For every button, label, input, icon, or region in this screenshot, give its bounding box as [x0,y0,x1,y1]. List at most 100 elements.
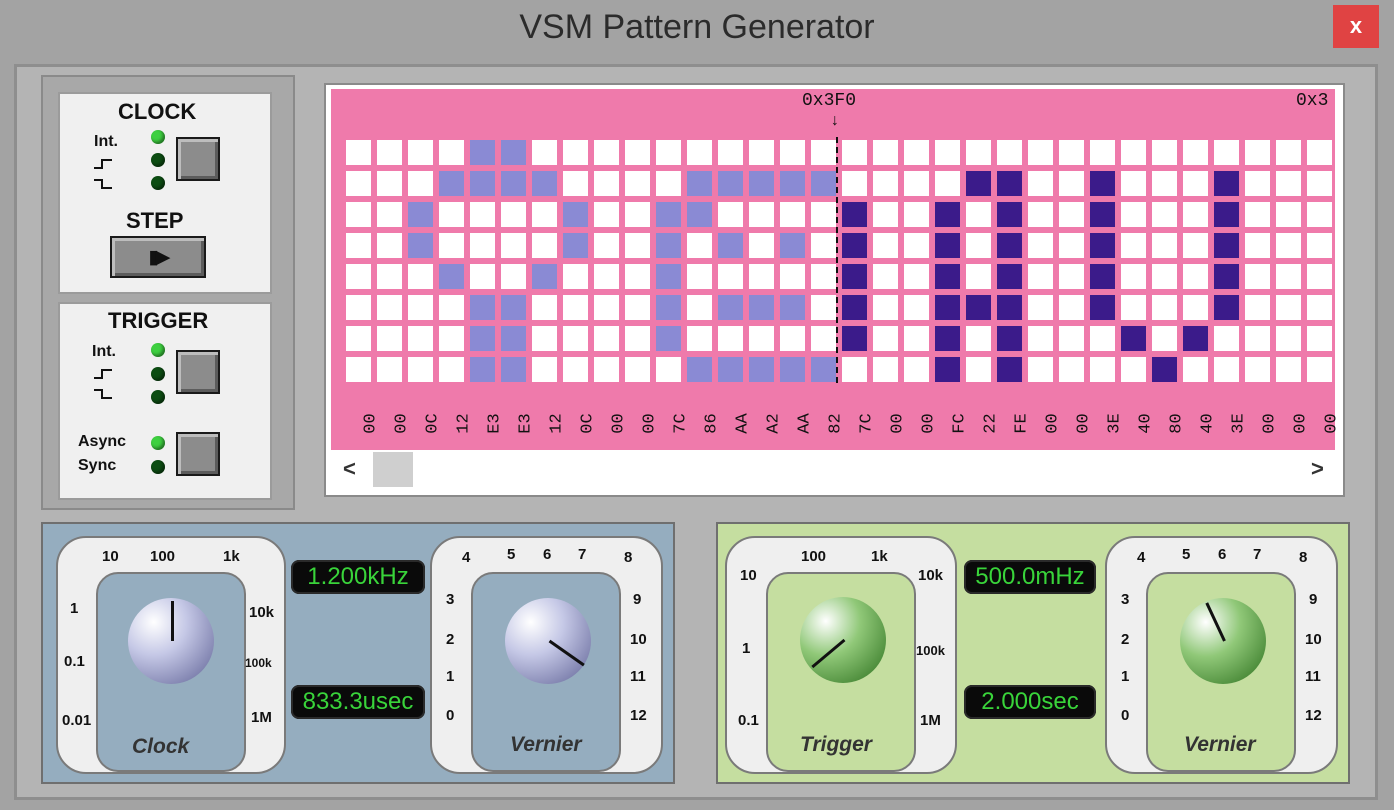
bit-cell[interactable] [532,357,557,382]
clock-vernier-knob[interactable] [505,598,591,684]
bit-cell[interactable] [501,140,526,165]
bit-cell[interactable] [377,202,402,227]
bit-cell[interactable] [780,326,805,351]
bit-cell[interactable] [346,357,371,382]
bit-cell[interactable] [346,326,371,351]
scroll-thumb[interactable] [373,452,413,487]
bit-cell[interactable] [687,295,712,320]
scroll-right-icon[interactable]: > [1311,456,1324,482]
bit-cell[interactable] [687,357,712,382]
bit-cell[interactable] [1028,357,1053,382]
bit-cell[interactable] [1059,140,1084,165]
bit-cell[interactable] [780,233,805,258]
bit-cell[interactable] [1245,171,1270,196]
bit-cell[interactable] [718,202,743,227]
bit-cell[interactable] [470,295,495,320]
bit-cell[interactable] [625,295,650,320]
bit-cell[interactable] [1028,202,1053,227]
bit-cell[interactable] [687,140,712,165]
bit-cell[interactable] [563,202,588,227]
bit-cell[interactable] [811,140,836,165]
bit-cell[interactable] [1183,202,1208,227]
bit-cell[interactable] [873,140,898,165]
bit-cell[interactable] [966,295,991,320]
bit-cell[interactable] [532,326,557,351]
bit-cell[interactable] [1059,171,1084,196]
bit-cell[interactable] [780,140,805,165]
bit-cell[interactable] [470,140,495,165]
bit-cell[interactable] [935,140,960,165]
bit-cell[interactable] [873,326,898,351]
bit-cell[interactable] [594,202,619,227]
bit-cell[interactable] [1059,202,1084,227]
bit-cell[interactable] [625,171,650,196]
bit-cell[interactable] [873,295,898,320]
bit-cell[interactable] [997,233,1022,258]
bit-cell[interactable] [780,295,805,320]
bit-cell[interactable] [997,171,1022,196]
bit-cell[interactable] [594,233,619,258]
bit-cell[interactable] [966,357,991,382]
bit-cell[interactable] [1276,140,1301,165]
bit-cell[interactable] [1245,295,1270,320]
bit-cell[interactable] [439,326,464,351]
bit-cell[interactable] [532,295,557,320]
bit-cell[interactable] [408,326,433,351]
bit-cell[interactable] [501,202,526,227]
bit-cell[interactable] [1121,295,1146,320]
bit-cell[interactable] [1152,326,1177,351]
bit-cell[interactable] [1152,140,1177,165]
bit-cell[interactable] [532,233,557,258]
sync-mode-button[interactable] [176,432,220,476]
bit-cell[interactable] [780,171,805,196]
bit-cell[interactable] [1028,233,1053,258]
bit-cell[interactable] [966,140,991,165]
bit-cell[interactable] [1214,357,1239,382]
bit-cell[interactable] [718,326,743,351]
bit-cell[interactable] [594,140,619,165]
bit-cell[interactable] [470,202,495,227]
bit-cell[interactable] [687,326,712,351]
bit-cell[interactable] [718,140,743,165]
bit-cell[interactable] [1028,140,1053,165]
bit-cell[interactable] [718,171,743,196]
bit-cell[interactable] [997,326,1022,351]
bit-cell[interactable] [966,202,991,227]
bit-cell[interactable] [842,202,867,227]
bit-cell[interactable] [842,264,867,289]
bit-cell[interactable] [749,140,774,165]
bit-cell[interactable] [346,264,371,289]
close-button[interactable]: x [1333,5,1379,48]
bit-cell[interactable] [811,357,836,382]
bit-cell[interactable] [1245,233,1270,258]
bit-cell[interactable] [749,295,774,320]
bit-cell[interactable] [594,264,619,289]
bit-cell[interactable] [904,171,929,196]
bit-cell[interactable] [811,295,836,320]
bit-cell[interactable] [1245,357,1270,382]
bit-cell[interactable] [656,202,681,227]
bit-cell[interactable] [1245,140,1270,165]
bit-cell[interactable] [1121,202,1146,227]
bit-cell[interactable] [873,171,898,196]
bit-cell[interactable] [842,295,867,320]
bit-cell[interactable] [1059,326,1084,351]
bit-cell[interactable] [439,264,464,289]
bit-cell[interactable] [439,295,464,320]
bit-cell[interactable] [439,202,464,227]
bit-cell[interactable] [842,140,867,165]
bit-cell[interactable] [1121,171,1146,196]
clock-mode-button[interactable] [176,137,220,181]
bit-cell[interactable] [687,264,712,289]
bit-cell[interactable] [656,357,681,382]
bit-cell[interactable] [1090,140,1115,165]
bit-cell[interactable] [656,140,681,165]
bit-cell[interactable] [780,264,805,289]
bit-cell[interactable] [408,171,433,196]
bit-cell[interactable] [346,140,371,165]
bit-cell[interactable] [1121,264,1146,289]
bit-cell[interactable] [1183,295,1208,320]
bit-cell[interactable] [997,295,1022,320]
bit-cell[interactable] [811,202,836,227]
bit-cell[interactable] [1214,326,1239,351]
